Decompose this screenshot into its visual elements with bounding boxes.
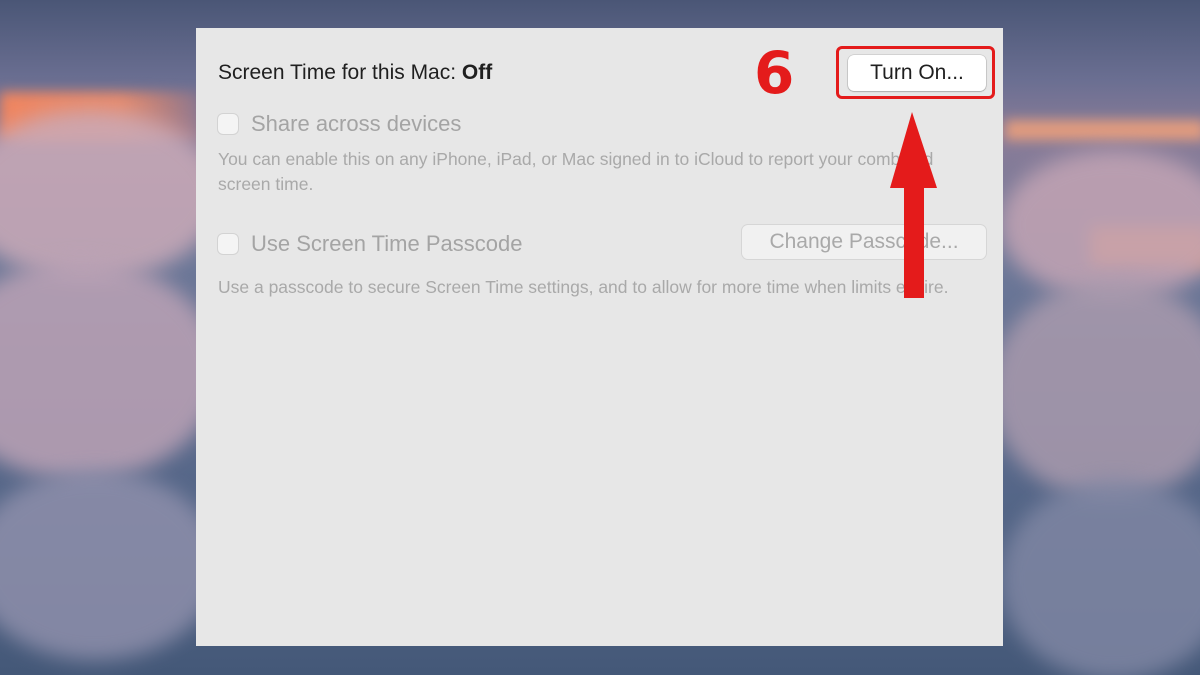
- cloud: [990, 280, 1200, 500]
- cloud: [0, 260, 220, 480]
- use-passcode-label: Use Screen Time Passcode: [251, 231, 523, 256]
- share-across-devices-description: You can enable this on any iPhone, iPad,…: [218, 149, 934, 194]
- cloud: [1000, 150, 1200, 300]
- use-passcode-checkbox[interactable]: [218, 234, 238, 254]
- screen-time-settings-panel: Screen Time for this Mac: Off 6 Turn On.…: [196, 28, 1003, 646]
- share-across-devices-row: Share across devices: [218, 111, 461, 137]
- screen-time-status-row: Screen Time for this Mac: Off: [218, 61, 492, 85]
- step-number-annotation: 6: [754, 39, 795, 107]
- turn-on-highlight-box: [836, 46, 995, 99]
- share-across-devices-label: Share across devices: [251, 111, 462, 136]
- passcode-description: Use a passcode to secure Screen Time set…: [218, 277, 949, 297]
- cloud: [1000, 480, 1200, 675]
- share-across-devices-checkbox[interactable]: [218, 114, 238, 134]
- sunset-glow-right: [1005, 120, 1200, 140]
- change-passcode-button[interactable]: Change Passcode...: [742, 225, 986, 259]
- screen-time-title: Screen Time for this Mac:: [218, 61, 457, 84]
- cloud: [0, 470, 220, 660]
- passcode-row: Use Screen Time Passcode: [218, 231, 522, 257]
- screen-time-status: Off: [461, 61, 493, 84]
